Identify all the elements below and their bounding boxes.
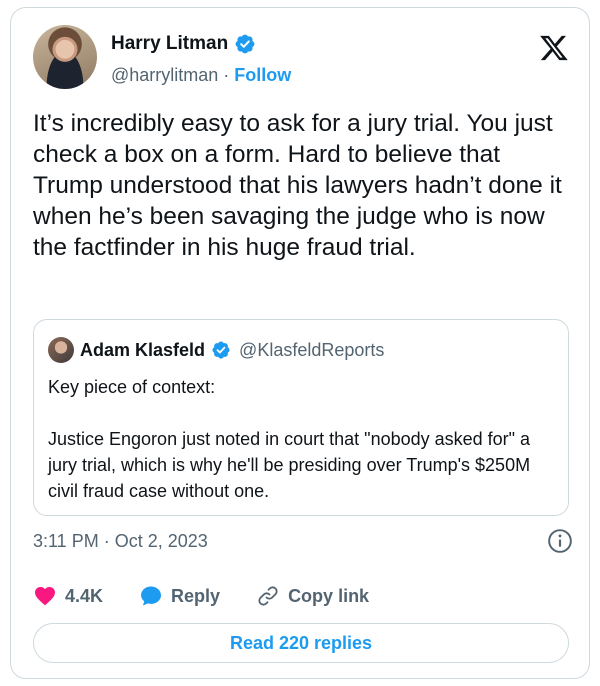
quoted-tweet-header: Adam Klasfeld @KlasfeldReports: [48, 337, 384, 363]
quoted-tweet[interactable]: Adam Klasfeld @KlasfeldReports Key piece…: [33, 319, 569, 516]
author-handle-row: @harrylitman · Follow: [111, 65, 291, 86]
tweet-timestamp[interactable]: 3:11 PM · Oct 2, 2023: [33, 531, 208, 552]
handle-separator: ·: [218, 65, 235, 85]
tweet-card: Harry Litman @harrylitman · Follow It’s …: [10, 7, 590, 679]
link-icon: [258, 586, 278, 606]
like-button[interactable]: 4.4K: [33, 584, 103, 608]
author-name[interactable]: Harry Litman: [111, 33, 228, 55]
tweet-header: Harry Litman @harrylitman · Follow: [33, 25, 569, 91]
quoted-tweet-text: Key piece of context: Justice Engoron ju…: [48, 374, 558, 504]
reply-label: Reply: [171, 585, 221, 606]
like-count: 4.4K: [65, 585, 104, 606]
copy-link-button[interactable]: Copy link: [256, 584, 369, 608]
read-replies-button[interactable]: Read 220 replies: [33, 623, 569, 663]
quoted-author-name: Adam Klasfeld: [80, 339, 206, 360]
tweet-text: It’s incredibly easy to ask for a jury t…: [33, 110, 562, 261]
copy-link-label: Copy link: [288, 585, 370, 606]
author-handle[interactable]: @harrylitman: [111, 65, 218, 85]
action-bar: 4.4K Reply Copy link: [33, 581, 405, 611]
author-name-row: Harry Litman: [111, 33, 256, 55]
quoted-text-line2: Justice Engoron just noted in court that…: [48, 429, 531, 501]
follow-button[interactable]: Follow: [234, 65, 291, 85]
quoted-author-handle: @KlasfeldReports: [239, 339, 385, 360]
quoted-text-line1: Key piece of context:: [48, 377, 216, 397]
verified-badge-icon: [235, 34, 255, 54]
info-icon[interactable]: [547, 528, 573, 554]
author-avatar[interactable]: [33, 25, 97, 89]
quoted-author-avatar: [48, 337, 74, 363]
x-logo-icon[interactable]: [539, 33, 569, 63]
reply-button[interactable]: Reply: [139, 584, 220, 608]
heart-icon: [35, 587, 55, 606]
verified-badge-icon: [212, 341, 230, 359]
reply-bubble-icon: [141, 586, 162, 606]
